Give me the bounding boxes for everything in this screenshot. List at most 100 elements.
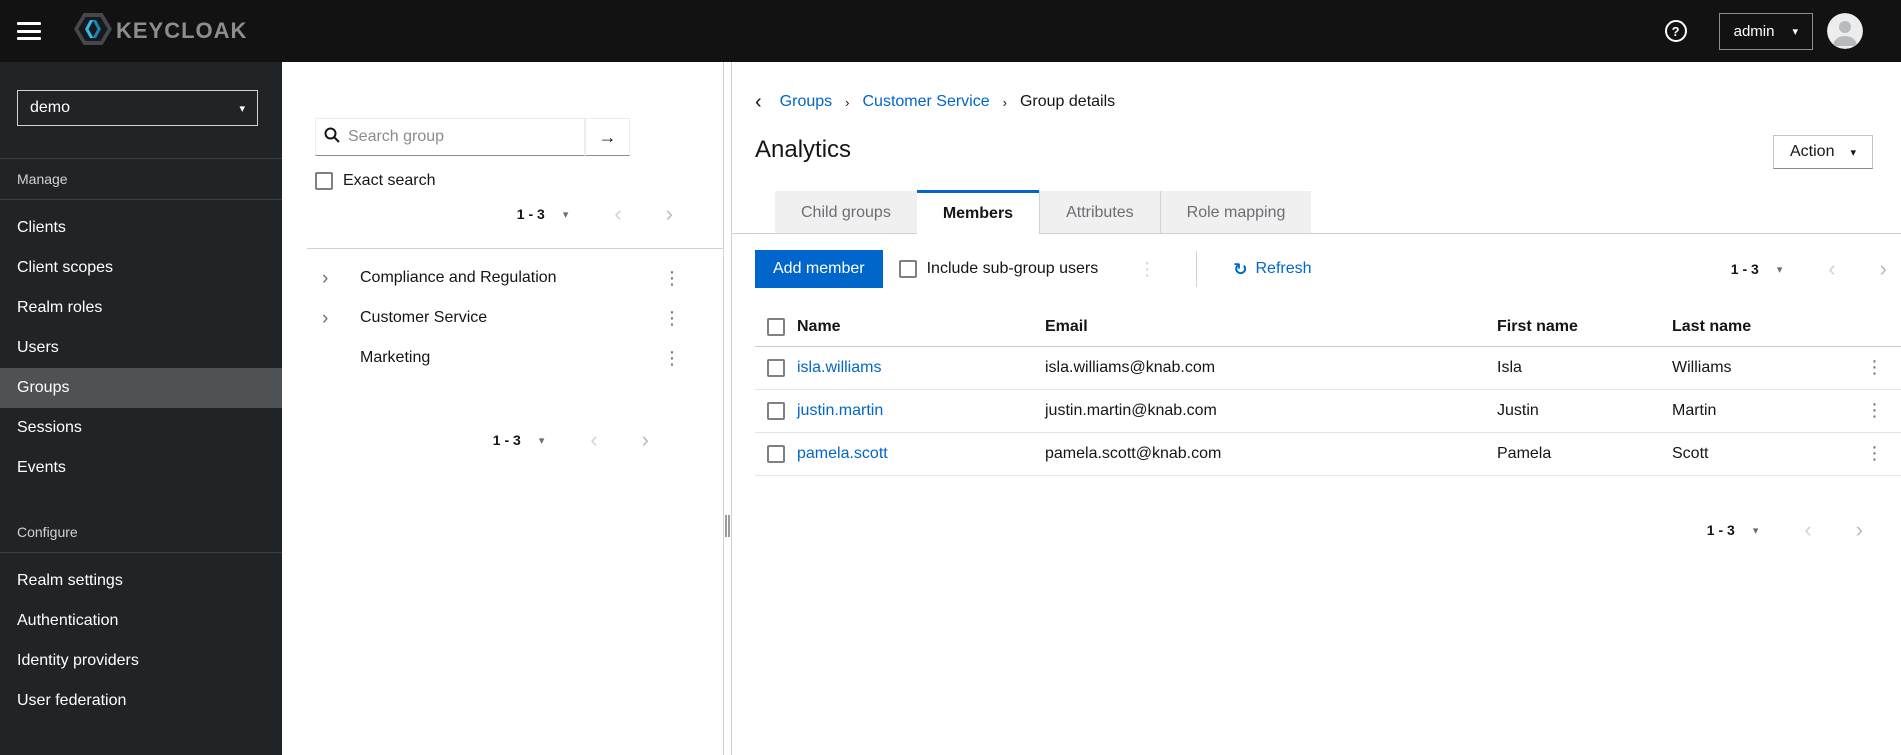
sidebar-item-realm-roles[interactable]: Realm roles — [0, 288, 282, 328]
sidebar-item-sessions[interactable]: Sessions — [0, 408, 282, 448]
group-search-input[interactable] — [348, 128, 576, 146]
sidebar-item-identity-providers[interactable]: Identity providers — [0, 641, 282, 681]
breadcrumb-link-customer-service[interactable]: Customer Service — [862, 93, 989, 111]
member-first-name: Pamela — [1485, 432, 1660, 476]
main-panel: ‹ Groups › Customer Service › Group deta… — [732, 62, 1901, 755]
hamburger-menu-icon[interactable] — [17, 22, 41, 40]
previous-page-icon[interactable]: ‹ — [614, 203, 621, 225]
breadcrumb-back-icon[interactable]: ‹ — [755, 92, 762, 112]
member-name-link[interactable]: justin.martin — [797, 402, 883, 419]
page-title: Analytics — [755, 136, 852, 163]
kebab-menu-icon[interactable]: ⋮ — [1138, 260, 1156, 278]
select-all-checkbox[interactable] — [767, 318, 785, 336]
breadcrumb-link-groups[interactable]: Groups — [780, 93, 832, 111]
keycloak-hexagon-icon — [74, 12, 112, 51]
refresh-icon: ↻ — [1233, 259, 1248, 279]
kebab-menu-icon[interactable]: ⋮ — [663, 269, 681, 287]
nav-section-configure: Configure — [0, 512, 282, 553]
sidebar-item-users[interactable]: Users — [0, 328, 282, 368]
sidebar-item-realm-settings[interactable]: Realm settings — [0, 561, 282, 601]
group-search-box — [315, 118, 585, 156]
row-checkbox[interactable] — [767, 359, 785, 377]
exact-search-checkbox[interactable] — [315, 172, 333, 190]
table-row: pamela.scott pamela.scott@knab.com Pamel… — [755, 432, 1901, 476]
keycloak-admin-console: KEYCLOAK ? admin ▾ demo ▾ Manage Clients… — [0, 0, 1901, 755]
tree-item: › Compliance and Regulation ⋮ — [282, 258, 723, 298]
search-icon — [324, 127, 340, 148]
member-first-name: Justin — [1485, 389, 1660, 433]
realm-selector[interactable]: demo ▾ — [17, 90, 258, 126]
expand-chevron-icon[interactable]: › — [322, 309, 352, 328]
sidebar-item-clients[interactable]: Clients — [0, 208, 282, 248]
splitter-drag-handle[interactable] — [725, 515, 730, 537]
panel-splitter — [723, 62, 732, 755]
kebab-menu-icon[interactable]: ⋮ — [1866, 443, 1884, 463]
next-page-icon[interactable]: › — [1856, 519, 1863, 541]
group-pagination-bottom: 1 - 3 ▾ ‹ › — [282, 426, 723, 454]
kebab-menu-icon[interactable]: ⋮ — [1866, 400, 1884, 420]
avatar[interactable] — [1827, 13, 1863, 49]
sidebar-item-client-scopes[interactable]: Client scopes — [0, 248, 282, 288]
kebab-menu-icon[interactable]: ⋮ — [1866, 357, 1884, 377]
tree-item: › Marketing ⋮ — [282, 338, 723, 378]
tab-role-mapping[interactable]: Role mapping — [1159, 191, 1312, 234]
previous-page-icon[interactable]: ‹ — [1804, 519, 1811, 541]
sidebar-item-events[interactable]: Events — [0, 448, 282, 488]
member-name-link[interactable]: isla.williams — [797, 359, 881, 376]
refresh-label: Refresh — [1255, 260, 1312, 277]
next-page-icon[interactable]: › — [1880, 258, 1887, 280]
members-table: Name Email First name Last name isla.wil… — [755, 308, 1901, 476]
chevron-down-icon: ▾ — [1792, 25, 1798, 38]
table-row: justin.martin justin.martin@knab.com Jus… — [755, 389, 1901, 433]
masthead: KEYCLOAK ? admin ▾ — [0, 0, 1901, 62]
next-page-icon[interactable]: › — [642, 429, 649, 451]
group-detail-tabs: Child groups Members Attributes Role map… — [732, 190, 1901, 234]
tab-child-groups[interactable]: Child groups — [775, 191, 917, 234]
action-dropdown-label: Action — [1790, 143, 1835, 160]
previous-page-icon[interactable]: ‹ — [1828, 258, 1835, 280]
user-menu-label: admin — [1733, 22, 1775, 40]
brand-text: KEYCLOAK — [116, 18, 248, 43]
sidebar-item-authentication[interactable]: Authentication — [0, 601, 282, 641]
group-tree: › Compliance and Regulation ⋮ › Customer… — [282, 258, 723, 378]
pagination-menu-toggle-icon[interactable]: ▾ — [1753, 524, 1759, 537]
tab-members[interactable]: Members — [916, 190, 1040, 234]
chevron-down-icon: ▾ — [1850, 146, 1856, 159]
nav-section-manage: Manage — [0, 159, 282, 200]
search-submit-button[interactable]: → — [585, 118, 630, 156]
member-last-name: Williams — [1660, 346, 1848, 390]
column-header-email: Email — [1033, 308, 1485, 347]
previous-page-icon[interactable]: ‹ — [590, 429, 597, 451]
pagination-range: 1 - 3 — [492, 432, 521, 448]
nav-list-manage: Clients Client scopes Realm roles Users … — [0, 200, 282, 496]
breadcrumb: ‹ Groups › Customer Service › Group deta… — [755, 92, 1901, 112]
column-header-last-name: Last name — [1660, 308, 1848, 347]
pagination-menu-toggle-icon[interactable]: ▾ — [563, 208, 569, 221]
row-checkbox[interactable] — [767, 445, 785, 463]
next-page-icon[interactable]: › — [666, 203, 673, 225]
pagination-menu-toggle-icon[interactable]: ▾ — [539, 434, 545, 447]
expand-chevron-icon[interactable]: › — [322, 269, 352, 288]
member-name-link[interactable]: pamela.scott — [797, 445, 888, 462]
group-tree-label[interactable]: Customer Service — [360, 309, 663, 327]
help-icon[interactable]: ? — [1664, 20, 1687, 42]
sidebar-item-groups[interactable]: Groups — [0, 368, 282, 408]
action-dropdown-button[interactable]: Action ▾ — [1773, 135, 1873, 169]
add-member-button[interactable]: Add member — [755, 250, 883, 288]
kebab-menu-icon[interactable]: ⋮ — [663, 309, 681, 327]
row-checkbox[interactable] — [767, 402, 785, 420]
group-tree-label[interactable]: Compliance and Regulation — [360, 269, 663, 287]
kebab-menu-icon[interactable]: ⋮ — [663, 349, 681, 367]
sidebar-nav: demo ▾ Manage Clients Client scopes Real… — [0, 62, 282, 755]
keycloak-logo: KEYCLOAK — [74, 12, 247, 51]
include-subgroups-checkbox[interactable] — [898, 260, 917, 278]
column-header-name: Name — [785, 308, 1033, 347]
pagination-menu-toggle-icon[interactable]: ▾ — [1777, 263, 1783, 276]
tab-attributes[interactable]: Attributes — [1039, 191, 1160, 234]
sidebar-item-user-federation[interactable]: User federation — [0, 681, 282, 721]
user-menu-dropdown[interactable]: admin ▾ — [1718, 12, 1813, 50]
group-tree-label[interactable]: Marketing — [360, 349, 663, 367]
breadcrumb-current: Group details — [1019, 93, 1116, 110]
refresh-button[interactable]: ↻ Refresh — [1233, 260, 1311, 278]
member-email: pamela.scott@knab.com — [1033, 432, 1485, 476]
